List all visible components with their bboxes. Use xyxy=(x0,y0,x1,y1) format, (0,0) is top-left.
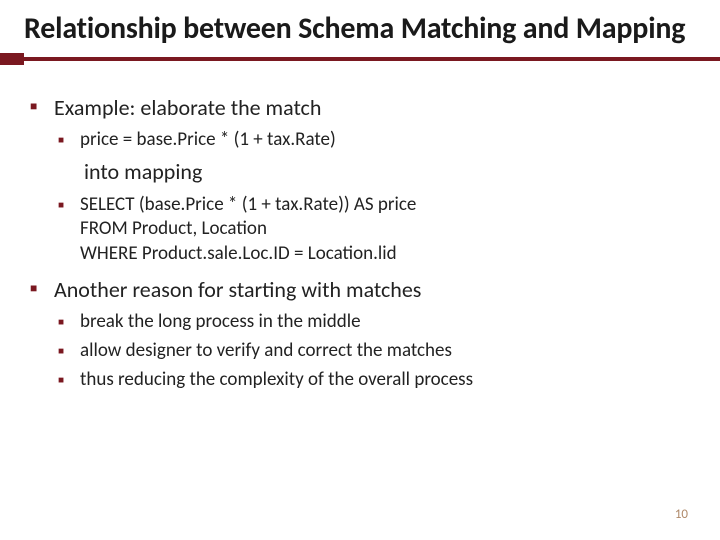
sub-bullet: break the long process in the middle xyxy=(54,310,696,335)
sub-bullet: thus reducing the complexity of the over… xyxy=(54,368,696,393)
sub-bullet-list: break the long process in the middle all… xyxy=(54,310,696,392)
bullet-text: Another reason for starting with matches xyxy=(54,276,421,303)
sql-line: SELECT (base.Price * (1 + tax.Rate)) AS … xyxy=(80,193,696,218)
sub-bullet-list: price = base.Price * (1 + tax.Rate) xyxy=(54,128,696,153)
sub-bullet-sql: SELECT (base.Price * (1 + tax.Rate)) AS … xyxy=(54,193,696,267)
page-number: 10 xyxy=(675,507,688,522)
bullet-example: Example: elaborate the match price = bas… xyxy=(24,93,696,267)
bullet-text: Example: elaborate the match xyxy=(54,94,321,121)
sub-bullet-formula: price = base.Price * (1 + tax.Rate) xyxy=(54,128,696,153)
bullet-list: Example: elaborate the match price = bas… xyxy=(24,93,696,393)
bullet-continuation: into mapping xyxy=(84,157,696,187)
sql-line: WHERE Product.sale.Loc.ID = Location.lid xyxy=(80,242,696,267)
divider-line xyxy=(0,57,720,61)
title-divider xyxy=(0,53,720,75)
bullet-another-reason: Another reason for starting with matches… xyxy=(24,275,696,393)
slide-title: Relationship between Schema Matching and… xyxy=(24,12,696,47)
sub-bullet: allow designer to verify and correct the… xyxy=(54,339,696,364)
sub-bullet-list: SELECT (base.Price * (1 + tax.Rate)) AS … xyxy=(54,193,696,267)
sql-line: FROM Product, Location xyxy=(80,217,696,242)
slide: Relationship between Schema Matching and… xyxy=(0,0,720,540)
slide-body: Example: elaborate the match price = bas… xyxy=(24,93,696,393)
